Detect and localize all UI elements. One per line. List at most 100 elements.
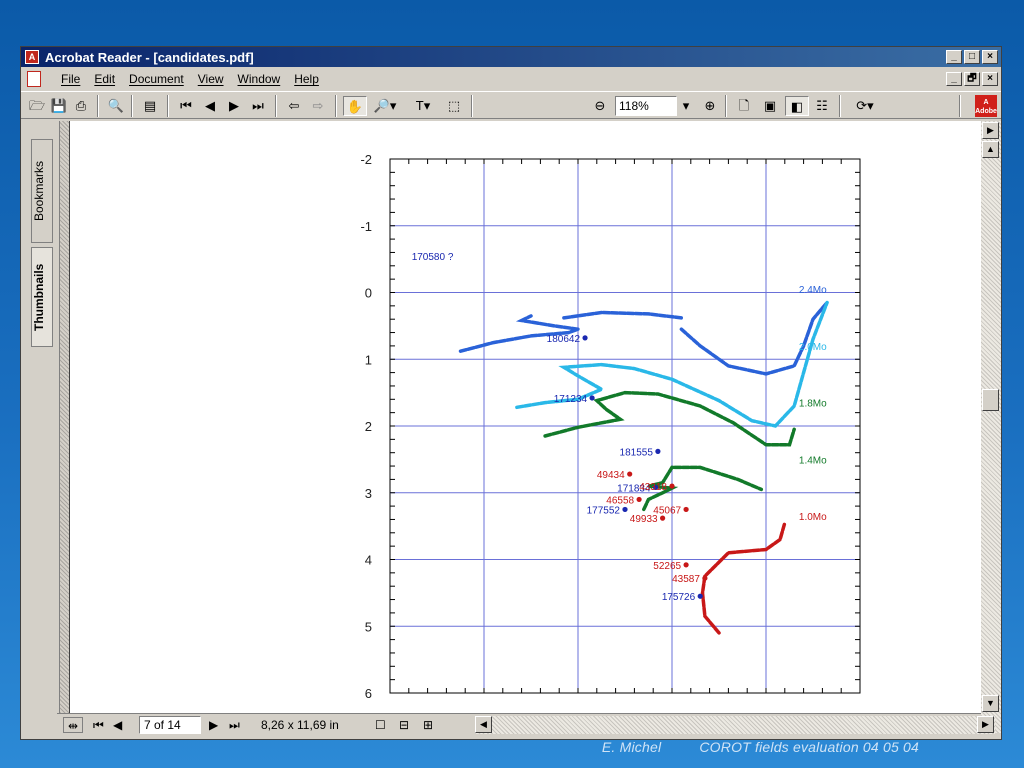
minimize-button[interactable]: _	[946, 50, 962, 64]
acrobat-app-icon[interactable]: A	[25, 50, 39, 64]
find-icon[interactable]: 🔍	[105, 96, 127, 116]
vertical-scrollbar[interactable]: ▶ ▲ ▼	[981, 121, 1001, 733]
next-page-status-icon[interactable]: ▶	[209, 717, 218, 733]
hand-tool-icon[interactable]: ✋	[343, 96, 367, 116]
toolbar-separator	[839, 95, 841, 117]
document-icon[interactable]	[27, 71, 41, 87]
footer-author: E. Michel	[601, 739, 662, 755]
menu-view[interactable]: View	[198, 72, 224, 86]
scroll-left-icon[interactable]: ◀	[475, 716, 492, 733]
save-icon[interactable]: 💾	[49, 96, 69, 116]
menu-bar: File Edit Document View Window Help _ 🗗 …	[21, 69, 1001, 89]
star-marker	[655, 448, 661, 454]
star-marker	[683, 506, 689, 513]
toolbar-separator	[131, 95, 133, 117]
maximize-button[interactable]: □	[964, 50, 980, 64]
menu-document[interactable]: Document	[129, 72, 184, 86]
menu-edit[interactable]: Edit	[94, 72, 115, 86]
last-page-status-icon[interactable]: ⏭	[229, 717, 240, 733]
pdf-page[interactable]: -2 -1 0 1 2 3 4 5 6 2.4Mo 2.0Mo 1.8Mo 1.4Mo 1.0Mo 1705…	[69, 121, 989, 713]
doc-close-button[interactable]: ×	[982, 72, 998, 86]
zoom-input[interactable]: 118%	[615, 96, 677, 116]
title-bar[interactable]: A Acrobat Reader - [candidates.pdf] _ □ …	[21, 47, 1001, 67]
fit-page-icon[interactable]: ▣	[759, 96, 781, 116]
next-page-scroll-icon[interactable]: ▶	[982, 122, 999, 139]
footer-text: COROT fields evaluation 04 05 04	[699, 739, 919, 755]
open-icon[interactable]: 🗁	[27, 96, 47, 116]
toolbar-separator	[725, 95, 727, 117]
star-marker	[697, 593, 703, 599]
y-tick-label: 6	[365, 686, 372, 701]
toolbar-separator	[335, 95, 337, 117]
doc-minimize-button[interactable]: _	[946, 72, 962, 86]
prev-page-status-icon[interactable]: ◀	[113, 717, 122, 733]
zoom-in-icon[interactable]: ⊕	[699, 96, 721, 116]
zoom-dropdown-icon[interactable]: ▾	[677, 96, 695, 116]
star-label: 52265	[653, 561, 681, 572]
y-tick-label: -1	[360, 219, 372, 234]
star-marker	[627, 471, 633, 477]
next-page-icon[interactable]: ▶	[223, 96, 245, 116]
fit-width-icon[interactable]: ◧	[785, 96, 809, 116]
reflow-icon[interactable]: ☷	[811, 96, 833, 116]
horizontal-scrollbar[interactable]: ◀ ▶	[475, 716, 995, 734]
first-page-icon[interactable]: ⏮	[175, 96, 197, 116]
menu-help[interactable]: Help	[294, 72, 319, 86]
scroll-down-icon[interactable]: ▼	[982, 695, 999, 712]
page-size-label: 8,26 x 11,69 in	[261, 718, 339, 732]
doc-restore-button[interactable]: 🗗	[964, 72, 980, 86]
graphics-select-icon[interactable]: ⬚	[443, 96, 465, 116]
star-label: 177552	[587, 505, 621, 516]
hr-diagram-chart: -2 -1 0 1 2 3 4 5 6 2.4Mo 2.0Mo 1.8Mo 1.4Mo 1.0Mo 1705…	[360, 152, 861, 701]
prev-page-icon[interactable]: ◀	[199, 96, 221, 116]
star-label: 170580 ?	[412, 252, 454, 263]
navpane-splitter[interactable]	[59, 121, 69, 713]
close-button[interactable]: ×	[982, 50, 998, 64]
actual-size-icon[interactable]: 🗋	[733, 96, 755, 116]
y-tick-label: 0	[365, 286, 372, 301]
menu-window[interactable]: Window	[238, 72, 281, 86]
mass-label: 2.4Mo	[799, 285, 827, 296]
toolbar-separator	[959, 95, 961, 117]
adobe-online-icon[interactable]: A Adobe	[975, 95, 997, 117]
mass-label: 2.0Mo	[799, 342, 827, 353]
scroll-right-icon[interactable]: ▶	[977, 716, 994, 733]
scroll-up-icon[interactable]: ▲	[982, 141, 999, 158]
mass-label: 1.8Mo	[799, 399, 827, 410]
scroll-thumb[interactable]	[982, 389, 999, 411]
go-forward-icon[interactable]: ⇨	[307, 96, 329, 116]
last-page-icon[interactable]: ⏭	[247, 96, 269, 116]
page-number-field[interactable]: 7 of 14	[139, 716, 201, 734]
star-label: 175726	[662, 592, 696, 603]
star-marker	[636, 496, 642, 503]
print-icon[interactable]: ⎙	[71, 96, 91, 116]
acrobat-window: A Acrobat Reader - [candidates.pdf] _ □ …	[20, 46, 1002, 740]
tab-thumbnails[interactable]: Thumbnails	[31, 247, 53, 347]
tab-bookmarks[interactable]: Bookmarks	[31, 139, 53, 243]
zoom-tool-icon[interactable]: 🔎▾	[369, 96, 401, 116]
menu-file[interactable]: File	[61, 72, 80, 86]
star-marker	[582, 335, 588, 341]
y-tick-label: -2	[360, 152, 372, 167]
navigation-pane: Bookmarks Thumbnails	[21, 121, 69, 713]
zoom-out-icon[interactable]: ⊖	[589, 96, 611, 116]
status-bar: ⇹ ⏮ ◀ 7 of 14 ▶ ⏭ 8,26 x 11,69 in ☐ ⊟ ⊞ …	[57, 713, 995, 735]
rotate-icon[interactable]: ⟳▾	[847, 96, 883, 116]
y-tick-label: 5	[365, 619, 372, 634]
mass-label: 1.0Mo	[799, 512, 827, 523]
toolbar-separator	[275, 95, 277, 117]
continuous-icon[interactable]: ⊟	[399, 717, 409, 733]
single-page-icon[interactable]: ☐	[375, 717, 386, 733]
star-marker	[589, 395, 595, 401]
window-title: Acrobat Reader - [candidates.pdf]	[45, 50, 254, 65]
star-marker	[683, 562, 689, 568]
page-layout-icon[interactable]: ⇹	[63, 717, 83, 733]
facing-pages-icon[interactable]: ⊞	[423, 717, 433, 733]
show-hide-navpane-icon[interactable]: ▤	[139, 96, 161, 116]
toolbar-separator	[167, 95, 169, 117]
text-select-icon[interactable]: T▾	[405, 96, 441, 116]
star-marker	[622, 506, 628, 513]
toolbar: 🗁 💾 ⎙ 🔍 ▤ ⏮ ◀ ▶ ⏭ ⇦ ⇨ ✋ 🔎▾ T▾ ⬚ ⊖ 118% ▾…	[21, 91, 1001, 119]
go-back-icon[interactable]: ⇦	[283, 96, 305, 116]
first-page-status-icon[interactable]: ⏮	[93, 717, 104, 733]
